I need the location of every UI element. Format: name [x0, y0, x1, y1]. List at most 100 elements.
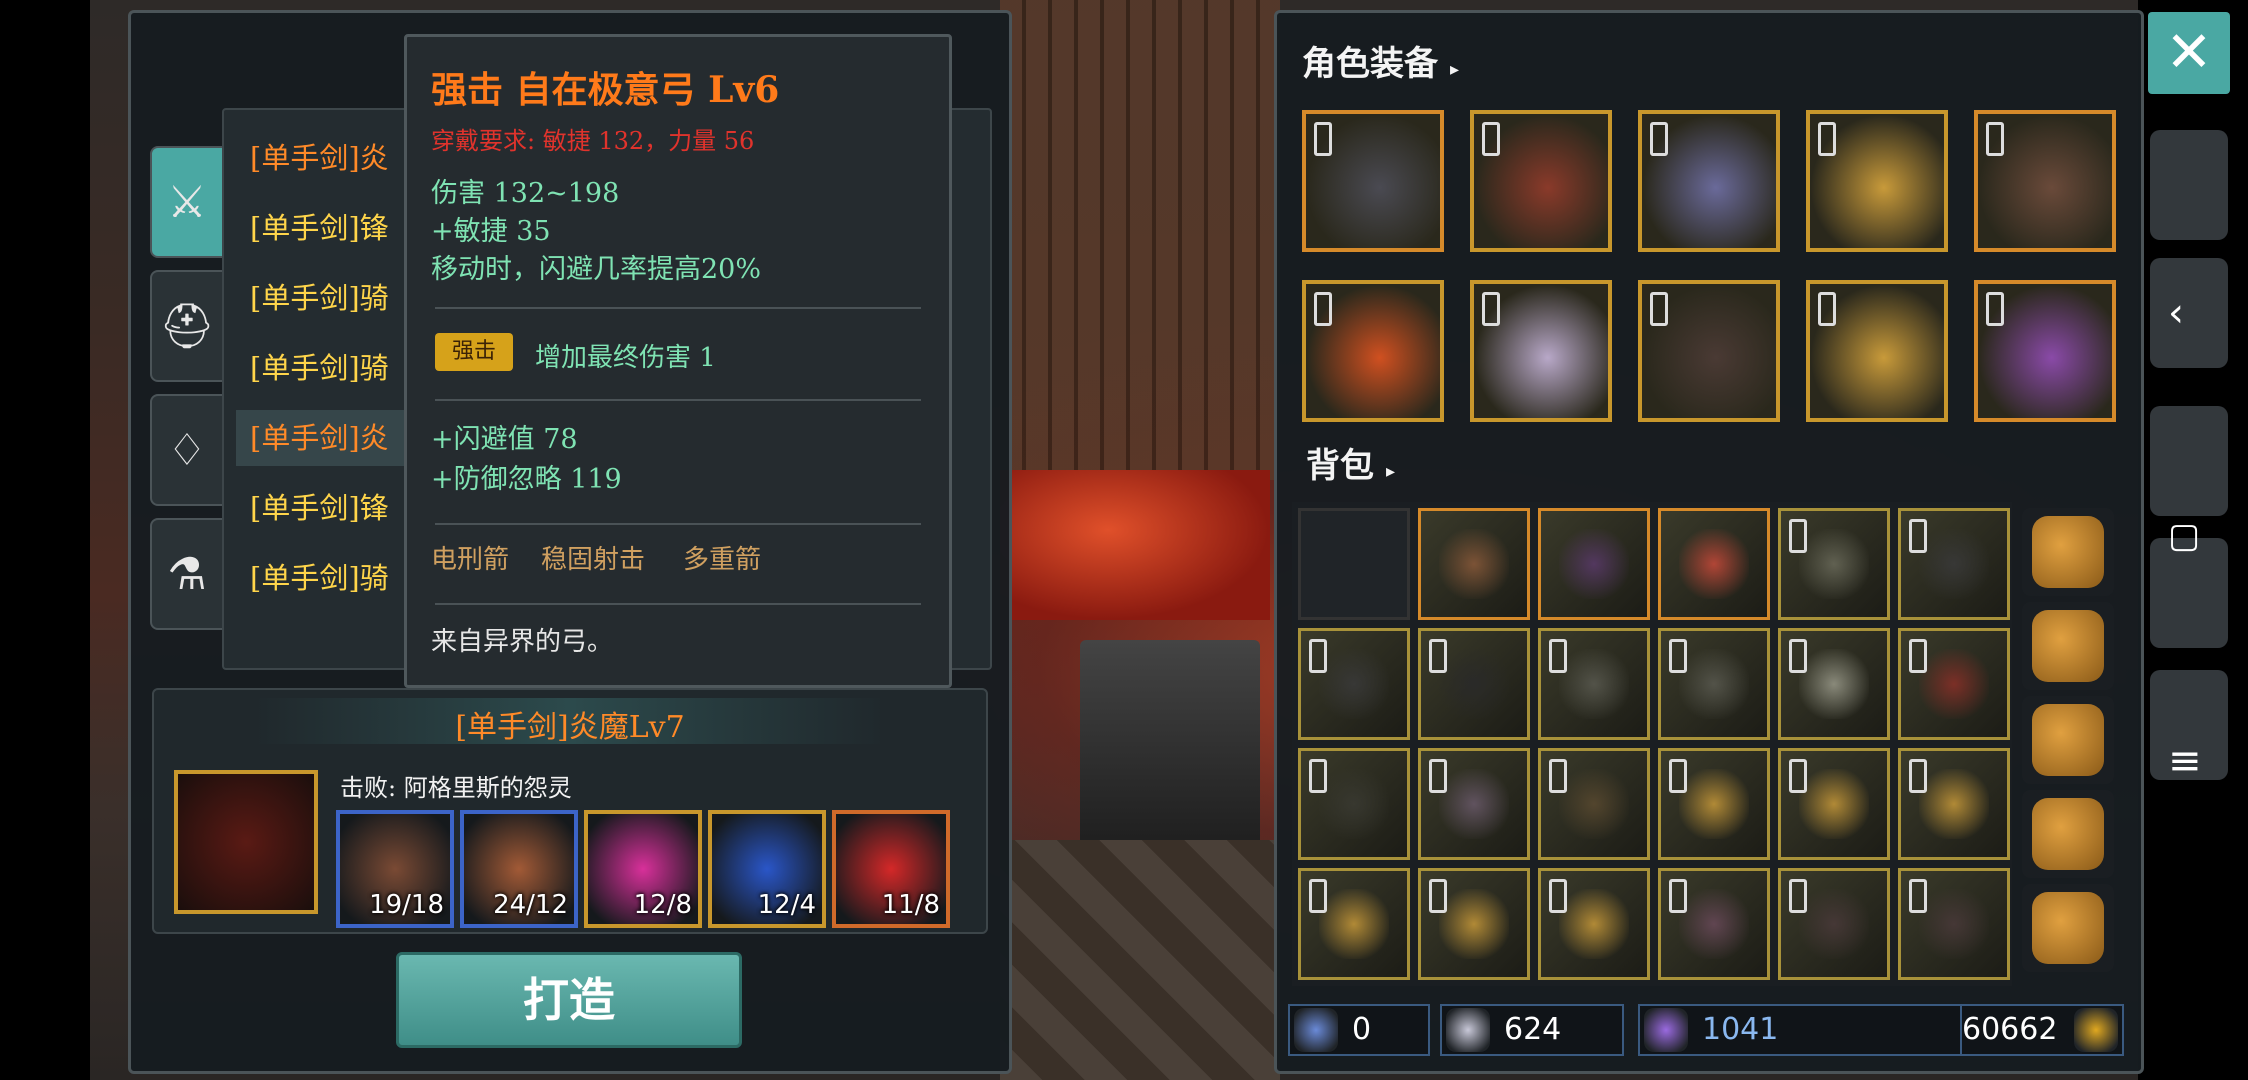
ring-item-1[interactable] — [1658, 748, 1770, 860]
small-bag-icon[interactable] — [2022, 696, 2114, 784]
gold-currency-icon — [2074, 1008, 2118, 1052]
weapon-recipe-item[interactable]: [单手剑]炎 — [236, 410, 420, 466]
lock-icon — [1429, 759, 1447, 793]
leg-armor-slot[interactable] — [1638, 110, 1780, 252]
large-bag-icon[interactable] — [2022, 508, 2114, 596]
weapon-recipe-item[interactable]: [单手剑]骑 — [236, 550, 420, 606]
spear-item-2[interactable] — [1898, 868, 2010, 980]
fur-material-2[interactable]: 24/12 — [460, 810, 578, 928]
currency-value: 60662 — [1962, 1012, 2058, 1047]
bow-item-2[interactable] — [1538, 748, 1650, 860]
axe-item[interactable] — [1418, 748, 1530, 860]
material-count: 12/4 — [757, 890, 816, 920]
item-icon — [1919, 769, 1989, 839]
helmet-item[interactable] — [1898, 508, 2010, 620]
craft-result-item[interactable] — [174, 770, 318, 914]
plate-armor-item[interactable] — [1538, 628, 1650, 740]
lock-icon — [1669, 639, 1687, 673]
hammer-item[interactable] — [1298, 748, 1410, 860]
bow-item[interactable] — [1418, 508, 1530, 620]
item-icon — [1439, 649, 1509, 719]
glove-item[interactable] — [1298, 628, 1410, 740]
item-icon — [1439, 889, 1509, 959]
weapon-recipe-item[interactable]: [单手剑]炎 — [236, 130, 420, 186]
item-icon — [1799, 649, 1869, 719]
red-crystal-material[interactable]: 11/8 — [832, 810, 950, 928]
ring-item-3[interactable] — [1898, 748, 2010, 860]
item-icon — [1559, 769, 1629, 839]
tab-necklace[interactable]: ♢ — [150, 394, 224, 506]
close-button[interactable]: ✕ — [2148, 12, 2230, 94]
forge-button[interactable]: 打造 — [396, 952, 742, 1048]
back-icon[interactable]: ‹ — [2168, 290, 2184, 336]
side-menu-button-2[interactable] — [2150, 258, 2228, 368]
lock-icon — [1549, 759, 1567, 793]
helmet-slot[interactable] — [1302, 110, 1444, 252]
plate-armor-item-2[interactable] — [1658, 628, 1770, 740]
item-icon — [1799, 529, 1869, 599]
tab-sword[interactable]: ⚔ — [150, 146, 224, 258]
divider — [435, 307, 921, 309]
item-icon — [1919, 529, 1989, 599]
red-tunic-item[interactable] — [1898, 628, 2010, 740]
knight-helmet-item[interactable] — [1778, 628, 1890, 740]
side-menu-button-1[interactable] — [2150, 130, 2228, 240]
empty-slot[interactable] — [1298, 508, 1410, 620]
item-icon — [1439, 769, 1509, 839]
medium-bag-icon[interactable] — [2022, 602, 2114, 690]
chainmail-item[interactable] — [1418, 628, 1530, 740]
spear-item-1[interactable] — [1778, 868, 1890, 980]
hat-item[interactable] — [1658, 868, 1770, 980]
home-icon[interactable]: ▢ — [2168, 516, 2200, 556]
weapon-recipe-item[interactable]: [单手剑]骑 — [236, 340, 420, 396]
blue-gem-material[interactable]: 12/4 — [708, 810, 826, 928]
lock-icon — [1482, 292, 1500, 326]
currency-value: 1041 — [1702, 1012, 1779, 1047]
pink-crystal-material[interactable]: 12/8 — [584, 810, 702, 928]
pouch-icon[interactable] — [2022, 884, 2114, 972]
offhand-slot[interactable] — [1974, 280, 2116, 422]
lock-icon — [1789, 759, 1807, 793]
fur-material[interactable]: 19/18 — [336, 810, 454, 928]
ring-item-2[interactable] — [1778, 748, 1890, 860]
crystal-currency-icon — [1644, 1008, 1688, 1052]
boots-slot[interactable] — [1638, 280, 1780, 422]
lock-icon — [1650, 292, 1668, 326]
ring-item-6[interactable] — [1538, 868, 1650, 980]
ring-item-4[interactable] — [1298, 868, 1410, 980]
weapon-recipe-item[interactable]: [单手剑]锋 — [236, 480, 420, 536]
lock-icon — [1789, 639, 1807, 673]
equipment-title[interactable]: 角色装备 ▸ — [1302, 36, 1459, 85]
tab-potion[interactable]: ⚗ — [150, 518, 224, 630]
chest-armor-slot[interactable] — [1470, 110, 1612, 252]
gauntlet-item[interactable] — [1778, 508, 1890, 620]
tab-helmet[interactable]: ⛑ — [150, 270, 224, 382]
ring-slot-2[interactable] — [1806, 280, 1948, 422]
currency-value: 624 — [1504, 1012, 1562, 1047]
recents-icon[interactable]: ≡ — [2168, 738, 2202, 784]
backpack-title[interactable]: 背包 ▸ — [1306, 438, 1395, 487]
lock-icon — [1549, 879, 1567, 913]
ring-slot-1[interactable] — [1806, 110, 1948, 252]
lock-icon — [1314, 292, 1332, 326]
caret-icon: ▸ — [1450, 59, 1460, 80]
skill-1: 电刑箭 — [431, 545, 510, 575]
lock-icon — [1669, 759, 1687, 793]
gloves-slot[interactable] — [1470, 280, 1612, 422]
lock-icon — [1549, 639, 1567, 673]
armor-set-item[interactable] — [1658, 508, 1770, 620]
bag-icon — [2032, 704, 2104, 776]
weapon-recipe-item[interactable]: [单手剑]锋 — [236, 200, 420, 256]
item-icon — [1439, 529, 1509, 599]
item-stat-dodge: 移动时，闪避几率提高20% — [431, 254, 762, 285]
small-bag-icon-2[interactable] — [2022, 790, 2114, 878]
ring-item-5[interactable] — [1418, 868, 1530, 980]
screen-edge-left — [0, 0, 90, 1080]
bag-icon — [2032, 892, 2104, 964]
necklace-slot[interactable] — [1302, 280, 1444, 422]
weapon-recipe-item[interactable]: [单手剑]骑 — [236, 270, 420, 326]
side-menu-button-3[interactable] — [2150, 406, 2228, 516]
weapon-slot[interactable] — [1974, 110, 2116, 252]
category-tabs: ⚔ ⛑ ♢ ⚗ — [150, 146, 224, 642]
scarecrow-item[interactable] — [1538, 508, 1650, 620]
